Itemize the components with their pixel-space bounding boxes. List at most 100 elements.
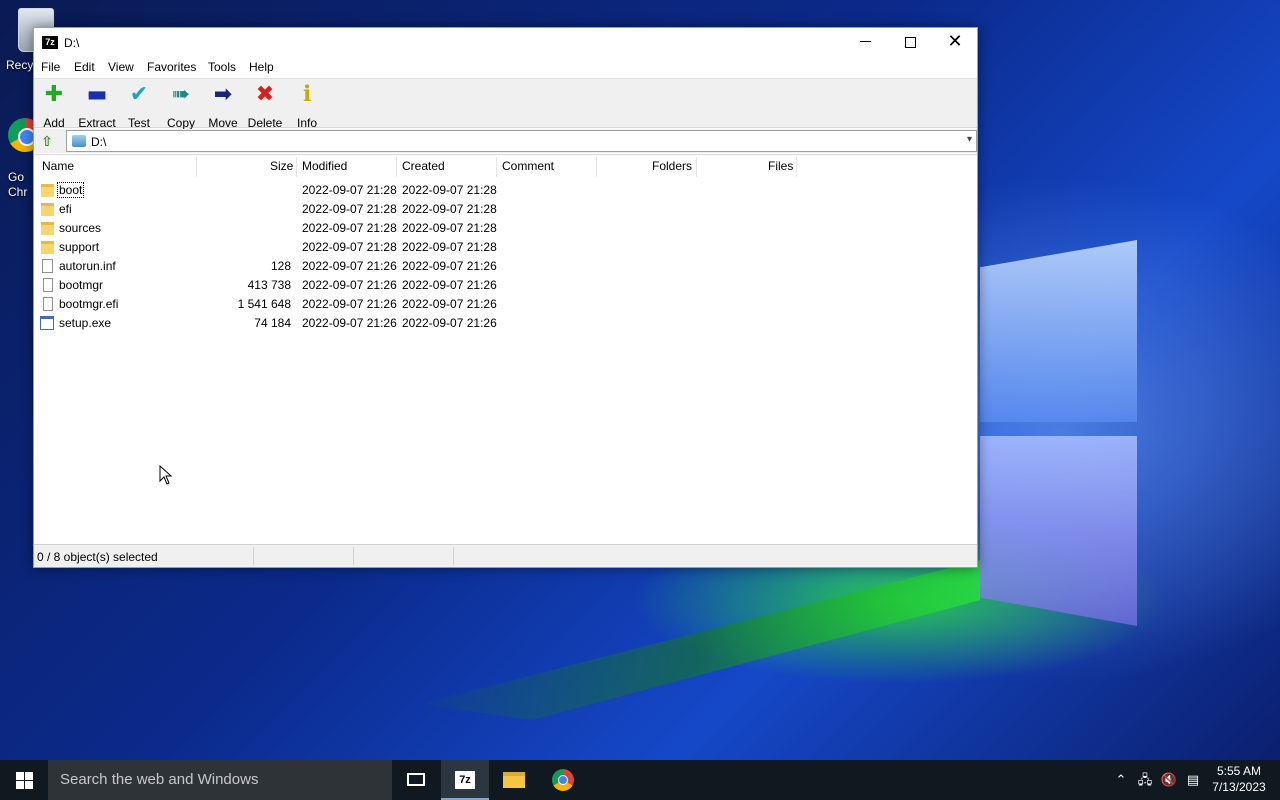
column-divider[interactable] xyxy=(696,157,697,177)
maximize-icon xyxy=(904,37,916,48)
show-hidden-icons-button[interactable]: ⌃ xyxy=(1112,760,1130,800)
title-bar[interactable]: 7z D:\ ✕ xyxy=(34,28,977,58)
column-divider[interactable] xyxy=(296,157,297,177)
plus-icon: ✚ xyxy=(44,82,64,107)
file-created: 2022-09-07 21:26 xyxy=(402,259,497,273)
file-size: 1 541 648 xyxy=(237,297,291,311)
chevron-down-icon[interactable]: ▾ xyxy=(967,134,972,145)
folder-icon xyxy=(41,241,54,254)
window-title: D:\ xyxy=(64,36,80,50)
chrome-icon xyxy=(552,769,574,791)
taskbar-search-box[interactable]: Search the web and Windows xyxy=(48,760,392,800)
file-size: 413 738 xyxy=(247,278,291,292)
task-view-icon xyxy=(407,773,425,786)
file-icon xyxy=(43,278,53,292)
up-folder-button[interactable]: ⇧ xyxy=(37,132,57,150)
maximize-button[interactable] xyxy=(887,28,933,58)
folder-icon xyxy=(41,184,54,197)
close-button[interactable]: ✕ xyxy=(932,28,978,58)
clock-date: 7/13/2023 xyxy=(1212,780,1266,794)
column-divider[interactable] xyxy=(796,157,797,177)
close-icon: ✕ xyxy=(947,31,963,52)
column-header-comment[interactable]: Comment xyxy=(502,159,554,173)
column-divider[interactable] xyxy=(596,157,597,177)
test-button[interactable]: ✔ Test xyxy=(117,82,161,131)
7zip-app-icon: 7z xyxy=(42,36,58,49)
column-header-files[interactable]: Files xyxy=(768,159,793,173)
clock-time: 5:55 AM xyxy=(1216,764,1262,778)
taskbar-7zip[interactable]: 7z xyxy=(441,760,489,800)
column-header-folders[interactable]: Folders xyxy=(652,159,692,173)
copy-button[interactable]: ➠ Copy xyxy=(159,83,203,131)
status-divider xyxy=(453,547,454,565)
column-header-size[interactable]: Size xyxy=(270,159,293,173)
column-header-modified[interactable]: Modified xyxy=(302,159,347,173)
file-created: 2022-09-07 21:28 xyxy=(402,183,497,197)
move-button[interactable]: ➡ Move xyxy=(201,83,245,131)
file-name: boot xyxy=(56,182,85,198)
volume-tray-button[interactable]: 🔇 xyxy=(1158,760,1180,800)
start-button[interactable] xyxy=(0,760,48,800)
file-created: 2022-09-07 21:28 xyxy=(402,221,497,235)
minimize-icon xyxy=(859,41,871,43)
column-header-name[interactable]: Name xyxy=(42,159,74,173)
wallpaper-green-beam xyxy=(420,560,980,720)
move-label: Move xyxy=(208,116,238,130)
check-icon: ✔ xyxy=(129,82,149,107)
file-list[interactable]: Name Size Modified Created Comment Folde… xyxy=(34,154,977,544)
file-modified: 2022-09-07 21:28 xyxy=(302,183,397,197)
selection-status: 0 / 8 object(s) selected xyxy=(37,550,158,564)
file-modified: 2022-09-07 21:26 xyxy=(302,297,397,311)
extract-label: Extract xyxy=(78,116,116,130)
taskbar-file-explorer[interactable] xyxy=(490,760,538,800)
file-modified: 2022-09-07 21:28 xyxy=(302,240,397,254)
action-center-button[interactable]: ▤ xyxy=(1182,760,1204,800)
wallpaper-window-pane xyxy=(980,436,1137,626)
menu-view[interactable]: View xyxy=(108,60,134,74)
network-tray-button[interactable]: 🖧 xyxy=(1134,760,1156,800)
taskbar-chrome[interactable] xyxy=(539,760,587,800)
column-divider[interactable] xyxy=(496,157,497,177)
chevron-up-icon: ⌃ xyxy=(1115,772,1127,787)
copy-label: Copy xyxy=(166,116,195,130)
menu-edit[interactable]: Edit xyxy=(74,60,95,74)
taskbar-clock[interactable]: 5:55 AM 7/13/2023 xyxy=(1204,763,1274,795)
table-row[interactable]: boot 2022-09-07 21:28 2022-09-07 21:28 xyxy=(34,181,794,200)
menu-favorites[interactable]: Favorites xyxy=(147,60,196,74)
table-row[interactable]: support 2022-09-07 21:28 2022-09-07 21:2… xyxy=(34,238,794,257)
table-row[interactable]: autorun.inf 128 2022-09-07 21:26 2022-09… xyxy=(34,257,794,276)
x-icon: ✖ xyxy=(255,82,275,107)
table-row[interactable]: setup.exe 74 184 2022-09-07 21:26 2022-0… xyxy=(34,314,794,333)
add-button[interactable]: ✚ Add xyxy=(32,82,76,131)
file-modified: 2022-09-07 21:28 xyxy=(302,202,397,216)
settings-file-icon xyxy=(42,259,53,273)
table-row[interactable]: bootmgr 413 738 2022-09-07 21:26 2022-09… xyxy=(34,276,794,295)
file-created: 2022-09-07 21:28 xyxy=(402,202,497,216)
minimize-button[interactable] xyxy=(842,28,888,58)
column-divider[interactable] xyxy=(396,157,397,177)
column-divider[interactable] xyxy=(196,157,197,177)
file-size: 74 184 xyxy=(254,316,291,330)
info-button[interactable]: ℹ Info xyxy=(285,83,329,131)
table-row[interactable]: bootmgr.efi 1 541 648 2022-09-07 21:26 2… xyxy=(34,295,794,314)
file-icon xyxy=(43,297,53,311)
table-row[interactable]: sources 2022-09-07 21:28 2022-09-07 21:2… xyxy=(34,219,794,238)
column-header-created[interactable]: Created xyxy=(402,159,445,173)
speaker-muted-icon: 🔇 xyxy=(1160,772,1178,787)
address-field[interactable]: D:\ ▾ xyxy=(66,130,977,152)
menu-help[interactable]: Help xyxy=(249,60,274,74)
delete-button[interactable]: ✖ Delete xyxy=(243,82,287,131)
file-modified: 2022-09-07 21:28 xyxy=(302,221,397,235)
file-modified: 2022-09-07 21:26 xyxy=(302,278,397,292)
menu-file[interactable]: File xyxy=(41,60,60,74)
file-modified: 2022-09-07 21:26 xyxy=(302,259,397,273)
table-row[interactable]: efi 2022-09-07 21:28 2022-09-07 21:28 xyxy=(34,200,794,219)
task-view-button[interactable] xyxy=(392,760,440,800)
minus-icon: ▬ xyxy=(86,82,108,107)
file-created: 2022-09-07 21:28 xyxy=(402,240,497,254)
file-created: 2022-09-07 21:26 xyxy=(402,297,497,311)
menu-tools[interactable]: Tools xyxy=(208,60,236,74)
file-name: support xyxy=(59,240,100,254)
up-arrow-icon: ⇧ xyxy=(41,133,53,149)
extract-button[interactable]: ▬ Extract xyxy=(75,82,119,131)
